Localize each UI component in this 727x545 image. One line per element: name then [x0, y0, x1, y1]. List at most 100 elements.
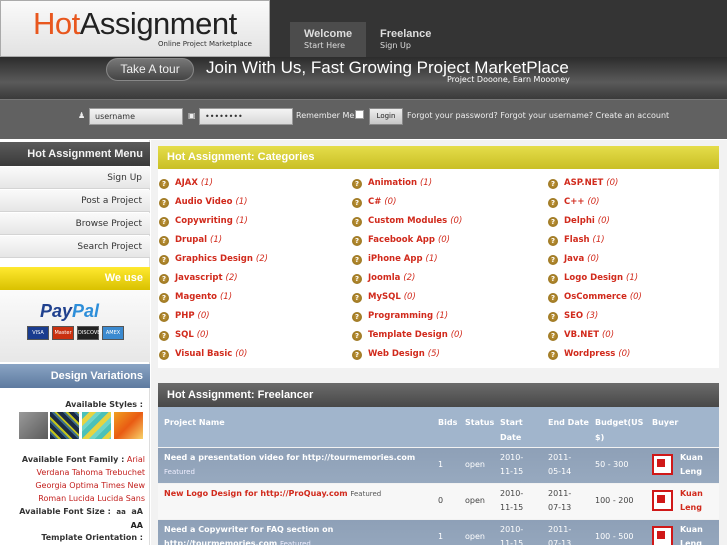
- col-project-name[interactable]: Project Name: [164, 415, 225, 430]
- col-budget[interactable]: Budget(US $): [595, 415, 647, 445]
- category-link[interactable]: ? Javascript (2): [159, 273, 238, 284]
- help-icon: ?: [159, 236, 169, 246]
- project-title-link[interactable]: Need a Copywriter for FAQ section on htt…: [164, 523, 426, 545]
- remember-me-checkbox[interactable]: [355, 110, 364, 119]
- budget-value: 50 - 300: [595, 460, 629, 469]
- style-swatch-gray[interactable]: [19, 412, 48, 439]
- help-icon: ?: [352, 293, 362, 303]
- featured-tag: Featured: [350, 490, 382, 498]
- paypal-logo: PayPal: [40, 301, 100, 321]
- col-buyer[interactable]: Buyer: [652, 415, 678, 430]
- font-size-medium[interactable]: aA: [131, 507, 143, 516]
- category-link[interactable]: ? C# (0): [352, 197, 396, 208]
- font-option[interactable]: Arial: [127, 455, 145, 464]
- site-logo[interactable]: HotAssignment Online Project Marketplace: [0, 0, 270, 57]
- category-link[interactable]: ? Drupal (1): [159, 235, 222, 246]
- help-icon: ?: [159, 198, 169, 208]
- buyer-avatar[interactable]: [652, 454, 673, 475]
- font-size-large[interactable]: AA: [0, 521, 143, 530]
- buyer-name-link[interactable]: Kuan Leng: [680, 487, 714, 515]
- category-link[interactable]: ? Java (0): [548, 254, 599, 265]
- table-row[interactable]: Need a presentation video for http://tou…: [158, 448, 719, 483]
- category-link[interactable]: ? Template Design (0): [352, 330, 463, 341]
- sidebar-item-search-project[interactable]: Search Project: [0, 236, 150, 258]
- category-link[interactable]: ? SQL (0): [159, 330, 209, 341]
- table-row[interactable]: New Logo Design for http://ProQuay.com F…: [158, 484, 719, 519]
- category-link[interactable]: ? ASP.NET (0): [548, 178, 618, 189]
- help-icon: ?: [352, 255, 362, 265]
- category-link[interactable]: ? VB.NET (0): [548, 330, 614, 341]
- category-link[interactable]: ? Custom Modules (0): [352, 216, 462, 227]
- category-link[interactable]: ? OsCommerce (0): [548, 292, 642, 303]
- sidebar-item-post-project[interactable]: Post a Project: [0, 190, 150, 212]
- category-link[interactable]: ? Audio Video (1): [159, 197, 247, 208]
- take-a-tour-button[interactable]: Take A tour: [106, 58, 194, 81]
- table-row[interactable]: Need a Copywriter for FAQ section on htt…: [158, 520, 719, 545]
- banner-tagline: Project Dooone, Earn Moooney: [447, 75, 570, 84]
- category-link[interactable]: ? Visual Basic (0): [159, 349, 247, 360]
- category-link[interactable]: ? Animation (1): [352, 178, 432, 189]
- category-link[interactable]: ? Web Design (5): [352, 349, 440, 360]
- col-bids[interactable]: Bids: [438, 415, 457, 430]
- buyer-avatar[interactable]: [652, 490, 673, 511]
- buyer-avatar[interactable]: [652, 526, 673, 545]
- category-link[interactable]: ? Flash (1): [548, 235, 605, 246]
- help-icon: ?: [159, 274, 169, 284]
- category-link[interactable]: ? Copywriting (1): [159, 216, 248, 227]
- help-icon: ?: [548, 312, 558, 322]
- lock-icon: ▣: [188, 111, 196, 120]
- buyer-name-link[interactable]: Kuan Leng: [680, 523, 714, 545]
- start-date-value: 2010-11-15: [500, 453, 524, 476]
- category-link[interactable]: ? Magento (1): [159, 292, 232, 303]
- nav-tab-welcome[interactable]: Welcome Start Here: [290, 22, 366, 57]
- category-link[interactable]: ? Graphics Design (2): [159, 254, 268, 265]
- font-option[interactable]: Optima: [69, 481, 98, 490]
- help-icon: ?: [352, 274, 362, 284]
- category-link[interactable]: ? PHP (0): [159, 311, 210, 322]
- help-icon: ?: [548, 198, 558, 208]
- login-button[interactable]: Login: [369, 108, 403, 125]
- category-link[interactable]: ? iPhone App (1): [352, 254, 438, 265]
- help-icon: ?: [548, 293, 558, 303]
- project-table-header: Project Name Bids Status Start Date End …: [158, 407, 719, 447]
- account-links[interactable]: Forgot your password? Forgot your userna…: [407, 111, 669, 120]
- featured-tag: Featured: [279, 540, 311, 545]
- style-swatch-teal[interactable]: [82, 412, 111, 439]
- username-input[interactable]: username: [89, 108, 183, 125]
- font-option[interactable]: Verdana: [36, 468, 69, 477]
- font-option[interactable]: Tahoma: [72, 468, 103, 477]
- category-link[interactable]: ? Delphi (0): [548, 216, 610, 227]
- font-size-small[interactable]: aa: [116, 508, 125, 516]
- category-link[interactable]: ? Facebook App (0): [352, 235, 450, 246]
- category-link[interactable]: ? C++ (0): [548, 197, 600, 208]
- buyer-name-link[interactable]: Kuan Leng: [680, 451, 714, 479]
- password-input[interactable]: ••••••••: [199, 108, 293, 125]
- col-status[interactable]: Status: [465, 415, 494, 430]
- amex-card-icon: AMEX: [102, 326, 124, 340]
- status-value: open: [465, 460, 485, 469]
- category-link[interactable]: ? Joomla (2): [352, 273, 415, 284]
- category-link[interactable]: ? Wordpress (0): [548, 349, 630, 360]
- style-swatch-orange[interactable]: [114, 412, 143, 439]
- sidebar-item-browse-project[interactable]: Browse Project: [0, 213, 150, 235]
- nav-tab-sublabel: Start Here: [304, 41, 346, 50]
- col-start-date[interactable]: Start Date: [500, 415, 530, 445]
- help-icon: ?: [352, 217, 362, 227]
- project-title-link[interactable]: New Logo Design for http://ProQuay.com F…: [164, 487, 426, 501]
- sidebar-item-sign-up[interactable]: Sign Up: [0, 167, 150, 189]
- nav-tab-freelance[interactable]: Freelance Sign Up: [366, 22, 446, 57]
- category-link[interactable]: ? Programming (1): [352, 311, 448, 322]
- font-option[interactable]: Lucida Sans: [97, 494, 145, 503]
- start-date-value: 2010-11-15: [500, 489, 524, 512]
- font-option[interactable]: Trebuchet: [106, 468, 145, 477]
- category-link[interactable]: ? AJAX (1): [159, 178, 213, 189]
- style-swatch-dark[interactable]: [50, 412, 79, 439]
- col-end-date[interactable]: End Date: [548, 415, 589, 430]
- category-link[interactable]: ? SEO (3): [548, 311, 598, 322]
- font-option[interactable]: Georgia: [35, 481, 66, 490]
- font-option[interactable]: Lucida: [69, 494, 95, 503]
- project-title-link[interactable]: Need a presentation video for http://tou…: [164, 451, 426, 479]
- category-link[interactable]: ? Logo Design (1): [548, 273, 638, 284]
- mastercard-icon: Master: [52, 326, 74, 340]
- category-link[interactable]: ? MySQL (0): [352, 292, 416, 303]
